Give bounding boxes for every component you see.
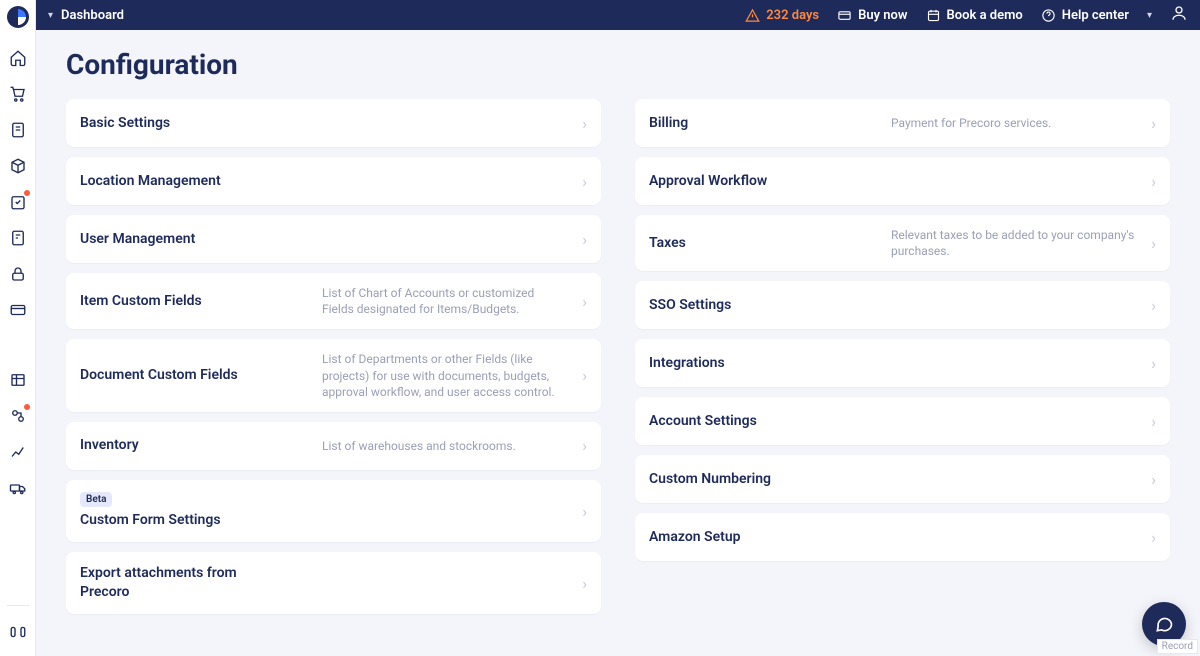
config-export-attachments[interactable]: Export attachments from Precoro › [66,552,601,614]
chevron-right-icon: › [582,172,587,191]
chevron-right-icon: › [582,436,587,455]
config-sso-settings[interactable]: SSO Settings › [635,281,1170,329]
sidebar-tasks-icon[interactable] [8,192,28,212]
topbar: ▾ Dashboard 232 days Buy now Book a demo… [36,0,1200,30]
sidebar-org-icon[interactable] [8,406,28,426]
config-inventory[interactable]: InventoryList of warehouses and stockroo… [66,422,601,470]
sidebar-home-icon[interactable] [8,48,28,68]
beta-badge: Beta [80,492,112,508]
config-taxes[interactable]: TaxesRelevant taxes to be added to your … [635,215,1170,271]
config-document-custom-fields[interactable]: Document Custom FieldsList of Department… [66,339,601,412]
config-integrations[interactable]: Integrations › [635,339,1170,387]
config-location-management[interactable]: Location Management › [66,157,601,205]
chevron-right-icon: › [582,292,587,311]
chevron-down-icon[interactable]: ▾ [48,10,53,21]
chevron-right-icon: › [582,366,587,385]
chevron-right-icon: › [1151,296,1156,315]
config-right-column: BillingPayment for Precoro services. › A… [635,99,1170,614]
sidebar-cart-icon[interactable] [8,84,28,104]
sidebar-credit-icon[interactable] [8,300,28,320]
help-center-button[interactable]: Help center [1041,8,1129,23]
chevron-right-icon: › [582,230,587,249]
sidebar-truck-icon[interactable] [8,478,28,498]
trial-warning[interactable]: 232 days [745,8,819,23]
chevron-right-icon: › [1151,528,1156,547]
chevron-right-icon: › [1151,172,1156,191]
chevron-down-icon[interactable]: ▾ [1147,10,1152,21]
sidebar [0,0,36,656]
sidebar-box-icon[interactable] [8,156,28,176]
chevron-right-icon: › [582,574,587,593]
record-label: Record [1157,639,1198,654]
sidebar-lock-icon[interactable] [8,264,28,284]
config-left-column: Basic Settings › Location Management › U… [66,99,601,614]
sidebar-receipt-icon[interactable] [8,120,28,140]
main: Configuration Basic Settings › Location … [36,30,1200,656]
config-custom-numbering[interactable]: Custom Numbering › [635,455,1170,503]
config-billing[interactable]: BillingPayment for Precoro services. › [635,99,1170,147]
user-menu-icon[interactable] [1170,4,1188,26]
chevron-right-icon: › [1151,412,1156,431]
book-demo-button[interactable]: Book a demo [926,8,1023,23]
config-custom-form-settings[interactable]: Beta Custom Form Settings › [66,480,601,542]
config-account-settings[interactable]: Account Settings › [635,397,1170,445]
chevron-right-icon: › [1151,470,1156,489]
sidebar-table-icon[interactable] [8,370,28,390]
sidebar-analytics-icon[interactable] [8,442,28,462]
chevron-right-icon: › [1151,234,1156,253]
sidebar-invoice-icon[interactable] [8,228,28,248]
buy-now-button[interactable]: Buy now [837,8,907,23]
sidebar-collapse-icon[interactable] [8,622,28,642]
config-approval-workflow[interactable]: Approval Workflow › [635,157,1170,205]
config-item-custom-fields[interactable]: Item Custom FieldsList of Chart of Accou… [66,273,601,329]
chevron-right-icon: › [582,114,587,133]
chevron-right-icon: › [1151,354,1156,373]
config-user-management[interactable]: User Management › [66,215,601,263]
app-logo[interactable] [7,6,29,28]
breadcrumb[interactable]: Dashboard [61,8,124,23]
page-title: Configuration [66,48,1170,81]
chevron-right-icon: › [1151,114,1156,133]
config-amazon-setup[interactable]: Amazon Setup › [635,513,1170,561]
config-basic-settings[interactable]: Basic Settings › [66,99,601,147]
chevron-right-icon: › [582,502,587,521]
